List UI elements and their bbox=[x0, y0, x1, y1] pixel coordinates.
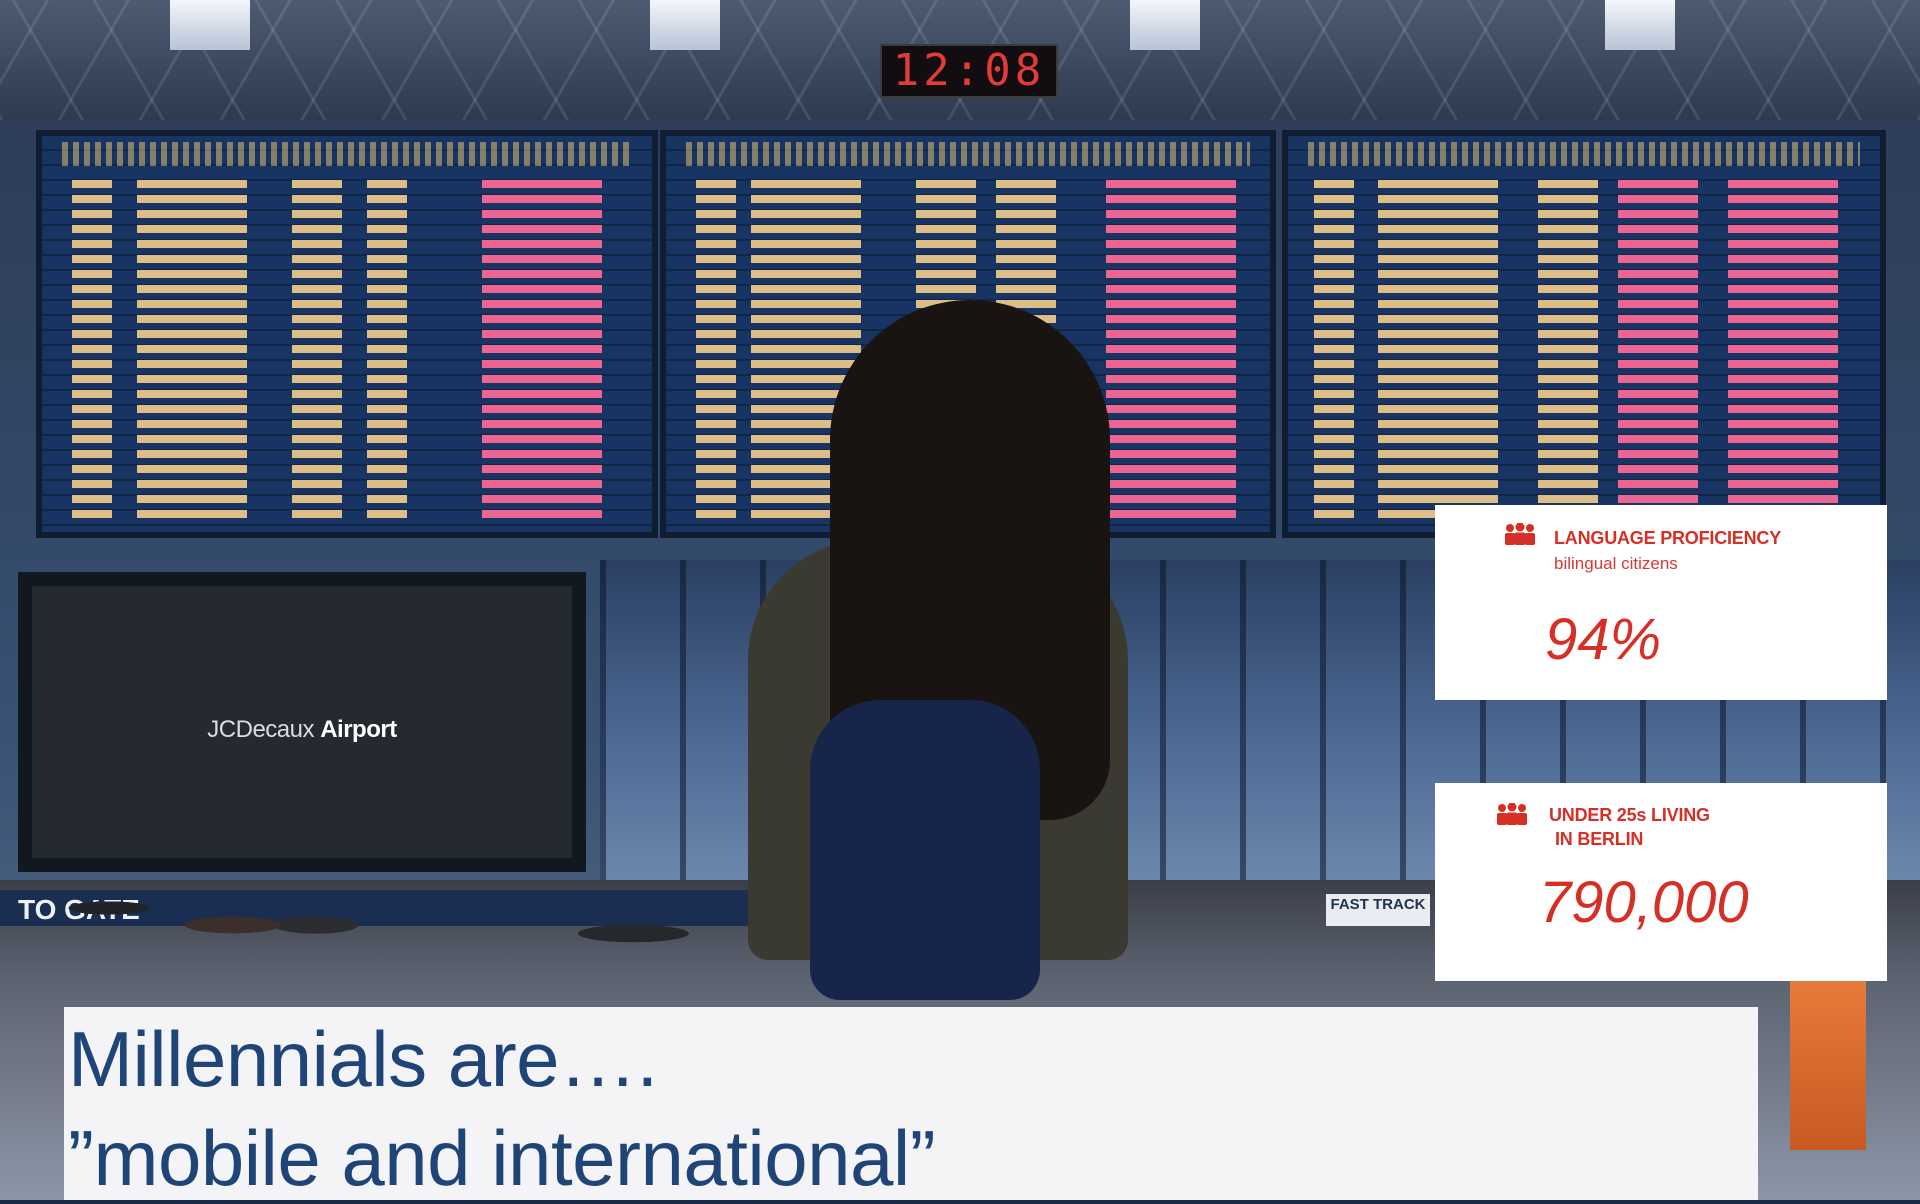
stat-label-line2: IN BERLIN bbox=[1555, 829, 1644, 849]
departure-board-right bbox=[1282, 130, 1886, 538]
traveller-backpack bbox=[810, 700, 1040, 1000]
stat-card-language-proficiency: LANGUAGE PROFICIENCY bilingual citizens … bbox=[1435, 505, 1887, 700]
advertising-screen: JCDecaux Airport bbox=[18, 572, 586, 872]
stat-sublabel: bilingual citizens bbox=[1554, 554, 1678, 573]
background-travellers bbox=[40, 840, 730, 1010]
departure-board-left bbox=[36, 130, 658, 538]
people-icon bbox=[1505, 523, 1535, 545]
digital-clock: 12:08 bbox=[880, 44, 1058, 98]
skylight bbox=[650, 0, 720, 50]
skylight bbox=[170, 0, 250, 50]
stat-card-under-25s: UNDER 25s LIVING IN BERLIN 790,000 bbox=[1435, 783, 1887, 981]
skylight bbox=[1605, 0, 1675, 50]
fast-track-sign: FAST TRACK bbox=[1326, 894, 1430, 926]
people-icon bbox=[1497, 803, 1527, 825]
stat-value: 790,000 bbox=[1539, 870, 1749, 935]
screen-logo: JCDecaux Airport bbox=[207, 716, 397, 743]
orange-banner bbox=[1790, 980, 1866, 1150]
stat-label: LANGUAGE PROFICIENCY bbox=[1554, 528, 1782, 548]
stat-label-line1: UNDER 25s LIVING bbox=[1549, 805, 1710, 825]
title-band: Millennials are…. ”mobile and internatio… bbox=[64, 1007, 1758, 1202]
stat-value: 94% bbox=[1545, 607, 1662, 672]
skylight bbox=[1130, 0, 1200, 50]
stat-label: UNDER 25s LIVING IN BERLIN bbox=[1549, 803, 1799, 851]
title-line-2: ”mobile and international” bbox=[68, 1114, 936, 1202]
title-line-1: Millennials are…. bbox=[68, 1015, 658, 1103]
